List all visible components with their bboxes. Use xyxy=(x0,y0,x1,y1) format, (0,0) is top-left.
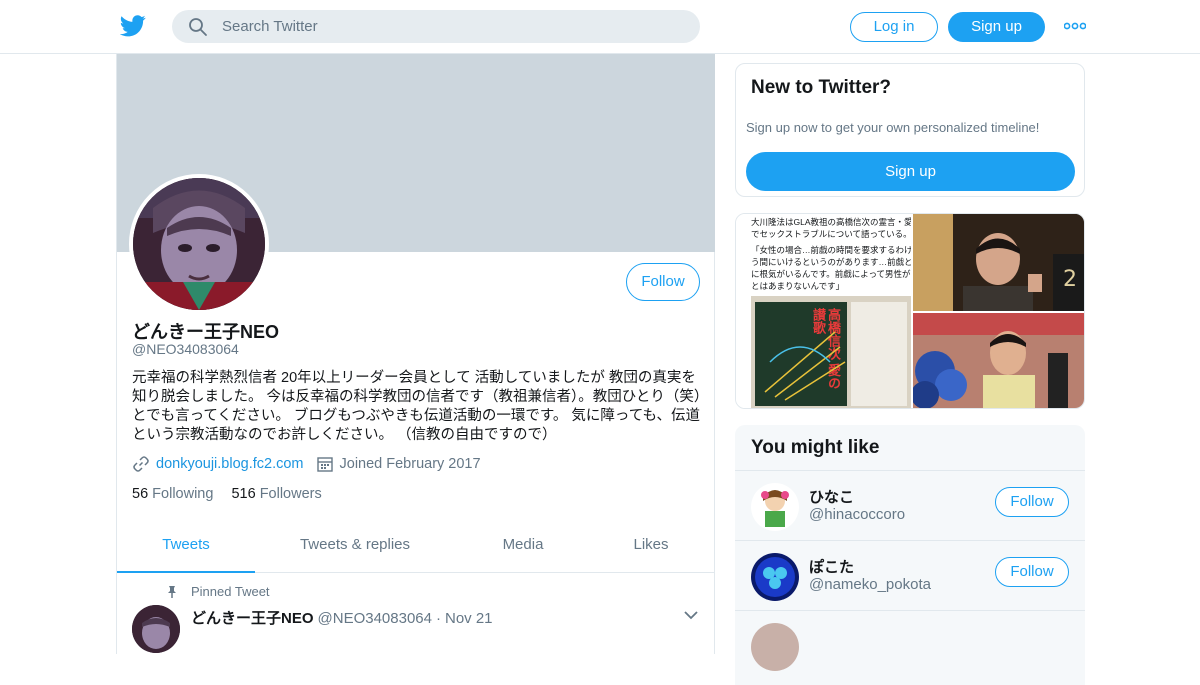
media-tile-photo-2[interactable] xyxy=(913,313,1084,408)
suggested-user-follow-button[interactable]: Follow xyxy=(995,487,1069,517)
media-quote-line: でセックストラブルについて語っている。 xyxy=(751,229,911,239)
tweet-avatar-image xyxy=(132,605,180,653)
pokota-avatar-image xyxy=(751,553,799,601)
suggested-user-avatar[interactable] xyxy=(751,553,799,601)
suggested-user[interactable]: ぽこた @nameko_pokota Follow xyxy=(735,540,1085,610)
suggested-user-name[interactable]: ひなこ xyxy=(809,486,854,507)
book-cover: 高橋信次 愛の讃歌 xyxy=(755,302,847,406)
book-rays xyxy=(764,331,846,401)
tab-likes[interactable]: Likes xyxy=(611,524,691,573)
pinned-tweet-indicator: Pinned Tweet xyxy=(165,584,270,599)
new-to-twitter-title: New to Twitter? xyxy=(751,77,892,98)
following-stat[interactable]: 56 Following xyxy=(132,486,213,502)
twitter-bird-icon[interactable] xyxy=(120,14,146,38)
media-quote-line: とはあまりないんです」 xyxy=(751,281,845,291)
suggested-user-follow-button[interactable]: Follow xyxy=(995,557,1069,587)
media-tile-text[interactable]: 大川隆法はGLA教祖の高橋信次の霊言・愛 でセックストラブルについて語っている。… xyxy=(736,214,911,408)
media-quote-line: に根気がいるんです。前戯によって男性が xyxy=(751,269,911,279)
media-quote-line: 大川隆法はGLA教祖の高橋信次の霊言・愛 xyxy=(751,217,911,227)
suggested-user[interactable]: ひなこ @hinacoccoro Follow xyxy=(735,470,1085,540)
tab-tweets-replies[interactable]: Tweets & replies xyxy=(285,524,425,573)
calendar-icon xyxy=(316,457,333,472)
profile-website-link[interactable]: donkyouji.blog.fc2.com xyxy=(156,456,304,472)
link-icon xyxy=(133,456,149,472)
profile-tabs: Tweets Tweets & replies Media Likes xyxy=(117,524,715,573)
you-might-like-title: You might like xyxy=(751,437,880,458)
followers-label: Followers xyxy=(259,486,322,502)
search-input[interactable] xyxy=(222,10,682,43)
media-grid: 大川隆法はGLA教祖の高橋信次の霊言・愛 でセックストラブルについて語っている。… xyxy=(735,213,1085,409)
following-label: Following xyxy=(152,486,214,502)
suggested-user-avatar[interactable] xyxy=(751,483,799,531)
suggested-user-name[interactable]: ぽこた xyxy=(809,556,854,577)
media-tile-photo-1[interactable]: 2 xyxy=(913,214,1084,311)
media-quote-line: 「女性の場合…前戯の時間を要求するわけ xyxy=(751,245,911,255)
you-might-like-card: You might like ひなこ @hinacoccoro Follow ぽ… xyxy=(735,425,1085,685)
profile-handle[interactable]: @NEO34083064 xyxy=(132,341,239,357)
tweet-separator: · xyxy=(436,610,441,627)
media-quote-line: う間にいけるというのがあります…前戯と xyxy=(751,257,911,267)
login-button[interactable]: Log in xyxy=(850,12,938,42)
profile-bio: 元幸福の科学熱烈信者 20年以上リーダー会員として 活動していましたが 教団の真… xyxy=(132,370,702,443)
search-icon xyxy=(189,18,207,36)
new-to-twitter-card: New to Twitter? Sign up now to get your … xyxy=(735,63,1085,197)
svg-text:2: 2 xyxy=(1063,267,1077,292)
tweet-author-handle[interactable]: @NEO34083064 xyxy=(318,610,432,627)
tweet-header: どんきー王子NEO @NEO34083064 · Nov 21 xyxy=(191,607,493,628)
profile-column: Follow どんきー王子NEO @NEO34083064 元幸福の科学熱烈信者… xyxy=(116,54,715,654)
book-page xyxy=(851,302,907,406)
book-photo: 高橋信次 愛の讃歌 xyxy=(751,296,911,408)
profile-meta: donkyouji.blog.fc2.com Joined February 2… xyxy=(132,455,481,473)
followers-stat[interactable]: 516 Followers xyxy=(231,486,321,502)
top-navigation-bar: Log in Sign up xyxy=(0,0,1200,54)
tweet-author-name[interactable]: どんきー王子NEO xyxy=(191,607,314,628)
photo-man-laughing xyxy=(913,313,1084,408)
profile-counts: 56 Following 516 Followers xyxy=(132,486,322,502)
followers-count: 516 xyxy=(231,486,256,502)
pinned-label: Pinned Tweet xyxy=(191,584,270,599)
tweet-date[interactable]: Nov 21 xyxy=(445,610,493,627)
suggested-user-handle[interactable]: @hinacoccoro xyxy=(809,506,905,523)
tab-tweets[interactable]: Tweets xyxy=(117,524,255,573)
sidebar-signup-button[interactable]: Sign up xyxy=(746,152,1075,191)
chevron-down-icon[interactable] xyxy=(684,610,698,620)
tab-media[interactable]: Media xyxy=(477,524,569,573)
profile-avatar[interactable] xyxy=(129,174,269,314)
photo-man-speaking: 2 xyxy=(913,214,1084,311)
tweet-avatar[interactable] xyxy=(132,605,180,653)
follow-button[interactable]: Follow xyxy=(626,263,700,301)
profile-joined-date: Joined February 2017 xyxy=(339,456,481,472)
suggested-user-partial[interactable] xyxy=(735,610,1085,680)
more-options-icon[interactable] xyxy=(1064,18,1086,34)
signup-button[interactable]: Sign up xyxy=(948,12,1045,42)
media-quote-text: 大川隆法はGLA教祖の高橋信次の霊言・愛 でセックストラブルについて語っている。… xyxy=(751,216,911,292)
new-to-twitter-subtitle: Sign up now to get your own personalized… xyxy=(746,120,1040,135)
search-bar xyxy=(172,10,700,43)
pin-icon xyxy=(168,585,176,598)
hinako-avatar-image xyxy=(751,483,799,531)
suggested-user-avatar[interactable] xyxy=(751,623,799,671)
suggested-user-handle[interactable]: @nameko_pokota xyxy=(809,576,931,593)
following-count: 56 xyxy=(132,486,149,502)
avatar-illustration xyxy=(133,178,265,310)
